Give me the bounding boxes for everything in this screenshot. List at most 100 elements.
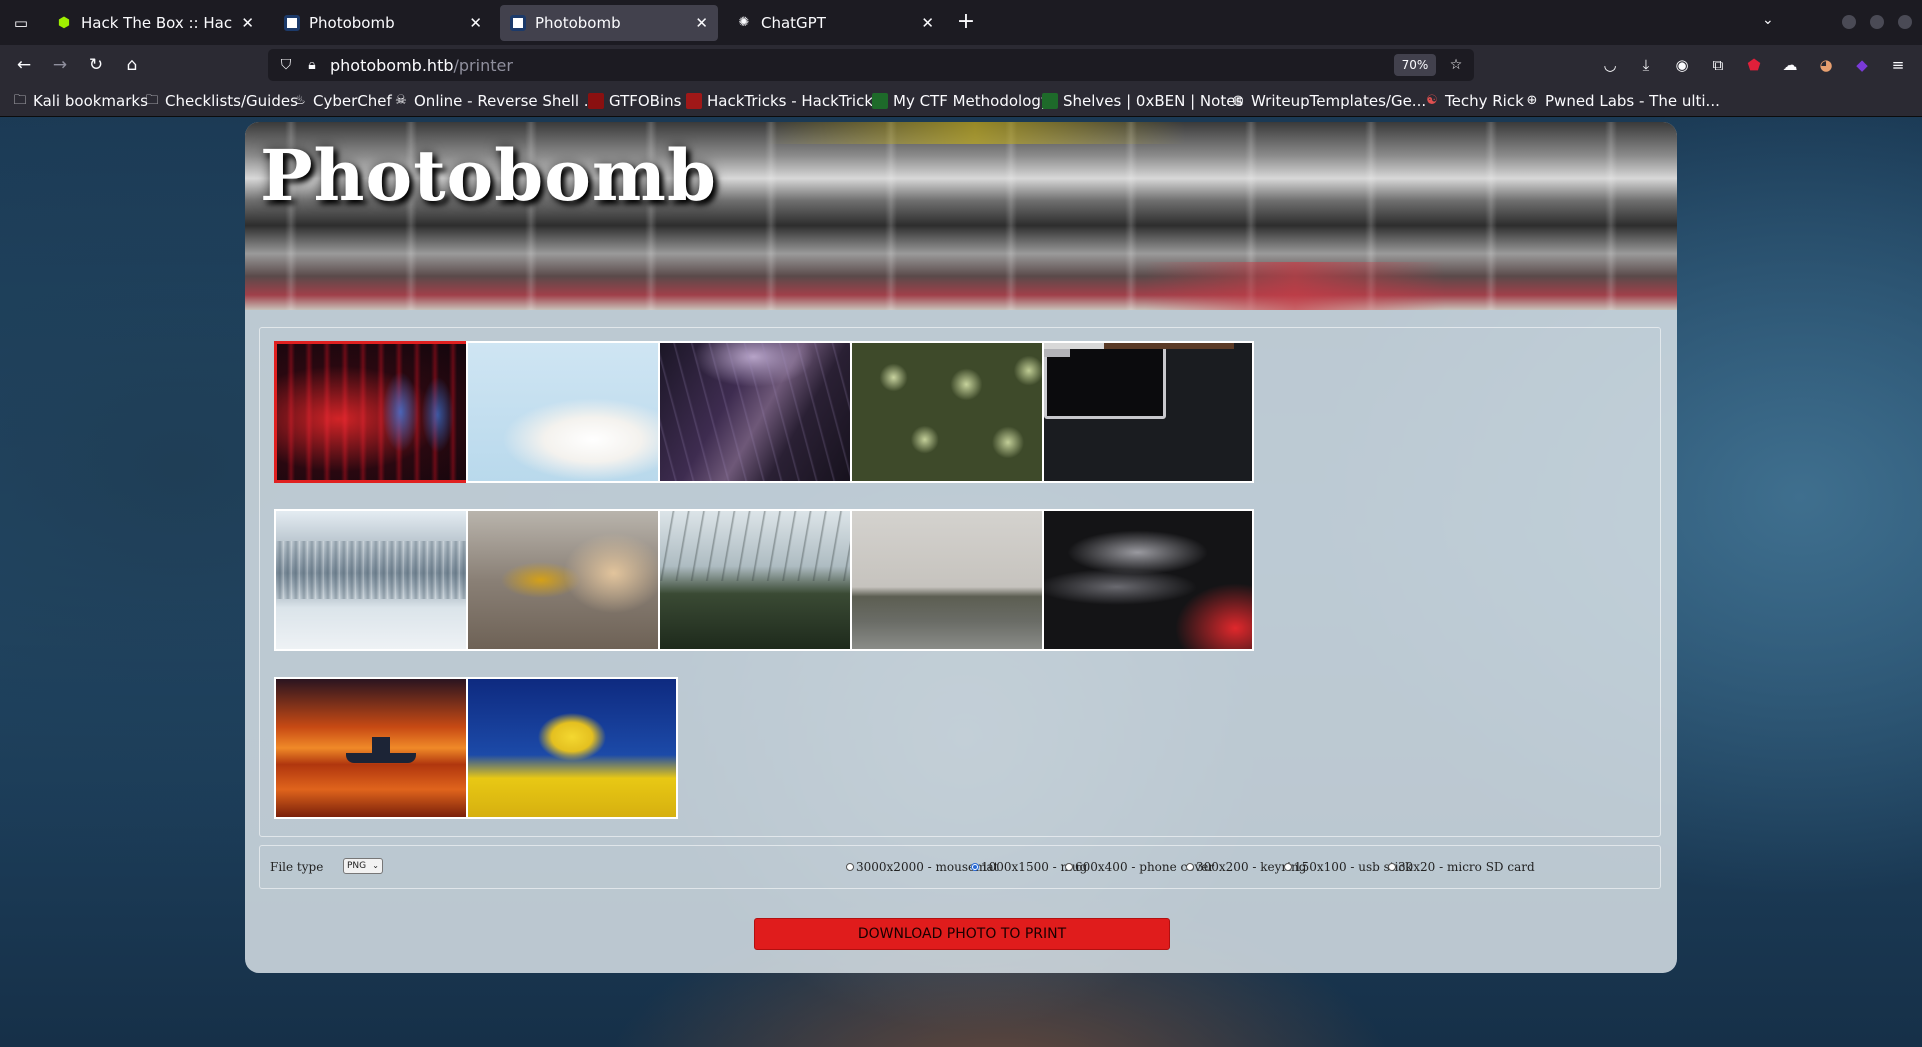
bookmarks-toolbar: 🗀︎ Kali bookmarks 🗀︎ Checklists/Guides ♨ Cy… (0, 85, 1922, 117)
page-title: Photobomb (260, 134, 717, 217)
bookmark-label: Shelves | 0xBEN | Notes (1063, 92, 1244, 110)
folder-icon: 🗀︎ (13, 93, 27, 108)
close-tab-icon[interactable]: ✕ (241, 14, 254, 32)
cookie-icon[interactable]: ☁ (1778, 53, 1802, 77)
bookmark-gtfobins[interactable]: GTFOBins (588, 92, 681, 110)
gtfobins-icon (588, 93, 604, 109)
radio-button[interactable] (1065, 863, 1073, 871)
bookmark-ctf-methodology[interactable]: My CTF Methodology (872, 92, 1050, 110)
thumbnail-desktop-computer[interactable] (1042, 341, 1254, 483)
download-icon[interactable]: ⤓ (1634, 53, 1658, 77)
bookmark-0xben[interactable]: Shelves | 0xBEN | Notes (1042, 92, 1243, 110)
close-tab-icon[interactable]: ✕ (921, 14, 934, 32)
bookmark-label: Online - Reverse Shell ... (414, 92, 599, 110)
thumbnail-glass-greenhouse[interactable] (658, 509, 870, 651)
url-text[interactable]: photobomb.htb/printer (330, 56, 513, 75)
bookmark-label: WriteupTemplates/Ge... (1251, 92, 1427, 110)
bookmark-writeup-templates[interactable]: ◍ WriteupTemplates/Ge... (1230, 92, 1426, 110)
bookmark-cyberchef[interactable]: ♨ CyberChef (292, 92, 392, 110)
navigation-toolbar: ← → ↻ ⌂ ⛉ 🔒︎ photobomb.htb/printer 70% ☆… (0, 45, 1922, 85)
banner-yellow-strip (765, 122, 1185, 144)
thumbnail-woodworking-tools[interactable] (466, 509, 678, 651)
maximize-button[interactable] (1870, 15, 1884, 29)
bookmark-label: HackTricks - HackTricks (707, 92, 881, 110)
bookmark-reverse-shell[interactable]: ☠ Online - Reverse Shell ... (393, 92, 598, 110)
filetype-label: File type (270, 860, 324, 874)
radio-button[interactable] (1284, 863, 1292, 871)
hacktricks-icon (686, 93, 702, 109)
thumbnail-skyscrapers[interactable] (658, 341, 870, 483)
thumbnail-red-blue-light-streaks[interactable] (274, 341, 486, 483)
bookmark-label: GTFOBins (609, 92, 682, 110)
notes-icon (1042, 93, 1058, 109)
chevron-down-icon: ⌄ (372, 861, 379, 870)
address-bar[interactable]: ⛉ 🔒︎ photobomb.htb/printer 70% ☆ (268, 49, 1474, 81)
close-tab-icon[interactable]: ✕ (469, 14, 482, 32)
forward-arrow-icon[interactable]: → (48, 53, 72, 77)
radio-button[interactable] (1388, 863, 1396, 871)
htb-cube-icon: ⬢ (57, 15, 71, 31)
bookmark-hacktricks[interactable]: HackTricks - HackTricks (686, 92, 881, 110)
thumbnail-green-succulents[interactable] (850, 341, 1062, 483)
rick-icon: ☯ (1426, 93, 1438, 108)
size-option-micro-sd[interactable]: 30x20 - micro SD card (1388, 860, 1535, 874)
thumbnail-boat-at-sunset[interactable] (274, 677, 486, 819)
minimize-button[interactable] (1842, 15, 1856, 29)
bookmark-kali[interactable]: 🗀︎ Kali bookmarks (12, 92, 147, 110)
bookmark-pwned-labs[interactable]: ⊕ Pwned Labs - The ulti... (1524, 92, 1720, 110)
chatgpt-icon: ✺ (738, 15, 750, 30)
account-icon[interactable]: ◉ (1670, 53, 1694, 77)
bookmark-label: Checklists/Guides (165, 92, 298, 110)
banner-print-strip (1145, 262, 1445, 310)
tab-title: Photobomb (535, 14, 621, 32)
radio-button-selected[interactable] (971, 863, 979, 871)
back-arrow-icon[interactable]: ← (12, 53, 36, 77)
radio-button[interactable] (846, 863, 854, 871)
bookmark-label: Techy Rick (1445, 92, 1524, 110)
radio-button[interactable] (1186, 863, 1194, 871)
bookmark-techy-rick[interactable]: ☯ Techy Rick (1424, 92, 1524, 110)
chef-icon: ♨ (294, 93, 306, 108)
filetype-value: PNG (347, 861, 367, 871)
photobomb-icon (510, 15, 526, 31)
thumbnail-frozen-waterfall[interactable] (274, 509, 486, 651)
url-path: /printer (453, 56, 513, 75)
lock-icon[interactable]: 🔒︎ (300, 53, 324, 77)
github-icon: ◍ (1232, 93, 1244, 108)
photo-gallery (259, 327, 1661, 837)
home-icon[interactable]: ⌂ (120, 53, 144, 77)
tab-photobomb-1[interactable]: Photobomb ✕ (274, 5, 492, 41)
pocket-icon[interactable]: ◡ (1598, 53, 1622, 77)
thumbnail-red-abstract-curves[interactable] (1042, 509, 1254, 651)
thumbnail-yellow-tree[interactable] (466, 677, 678, 819)
tab-title: Photobomb (309, 14, 395, 32)
hamburger-menu-icon[interactable]: ≡ (1886, 53, 1910, 77)
zoom-level-badge[interactable]: 70% (1394, 54, 1436, 76)
thumbnail-white-blossoms-sky[interactable] (466, 341, 678, 483)
tab-title: Hack The Box :: Hack The (81, 14, 233, 32)
new-tab-button[interactable]: + (953, 10, 979, 36)
download-photo-button[interactable]: DOWNLOAD PHOTO TO PRINT (754, 918, 1170, 950)
close-tab-icon[interactable]: ✕ (695, 14, 708, 32)
filetype-select[interactable]: PNG ⌄ (343, 858, 383, 874)
bookmark-label: My CTF Methodology (893, 92, 1050, 110)
thumbnail-coastal-cliffs[interactable] (850, 509, 1062, 651)
chevron-down-icon[interactable]: ⌄ (1762, 12, 1774, 28)
reload-icon[interactable]: ↻ (84, 53, 108, 77)
tab-chatgpt[interactable]: ✺ ChatGPT ✕ (726, 5, 944, 41)
bookmark-checklists[interactable]: 🗀︎ Checklists/Guides (144, 92, 298, 110)
folder-icon: 🗀︎ (145, 93, 159, 108)
extensions-icon[interactable]: ⧉ (1706, 53, 1730, 77)
wappalyzer-icon[interactable]: ◆ (1850, 53, 1874, 77)
ublock-icon[interactable]: ⬟ (1742, 53, 1766, 77)
fox-extension-icon[interactable]: ◕ (1814, 53, 1838, 77)
bookmark-label: CyberChef (313, 92, 392, 110)
shield-icon[interactable]: ⛉ (274, 53, 298, 77)
tab-hackthebox[interactable]: ⬢ Hack The Box :: Hack The ✕ (46, 5, 264, 41)
close-window-button[interactable] (1898, 15, 1912, 29)
tab-bar: ▭ ⬢ Hack The Box :: Hack The ✕ Photobomb… (0, 0, 1922, 45)
tab-photobomb-active[interactable]: Photobomb ✕ (500, 5, 718, 41)
bookmark-star-icon[interactable]: ☆ (1444, 53, 1468, 77)
size-option-label: 30x20 - micro SD card (1398, 860, 1535, 874)
tab-list-icon[interactable]: ▭ (8, 10, 34, 36)
